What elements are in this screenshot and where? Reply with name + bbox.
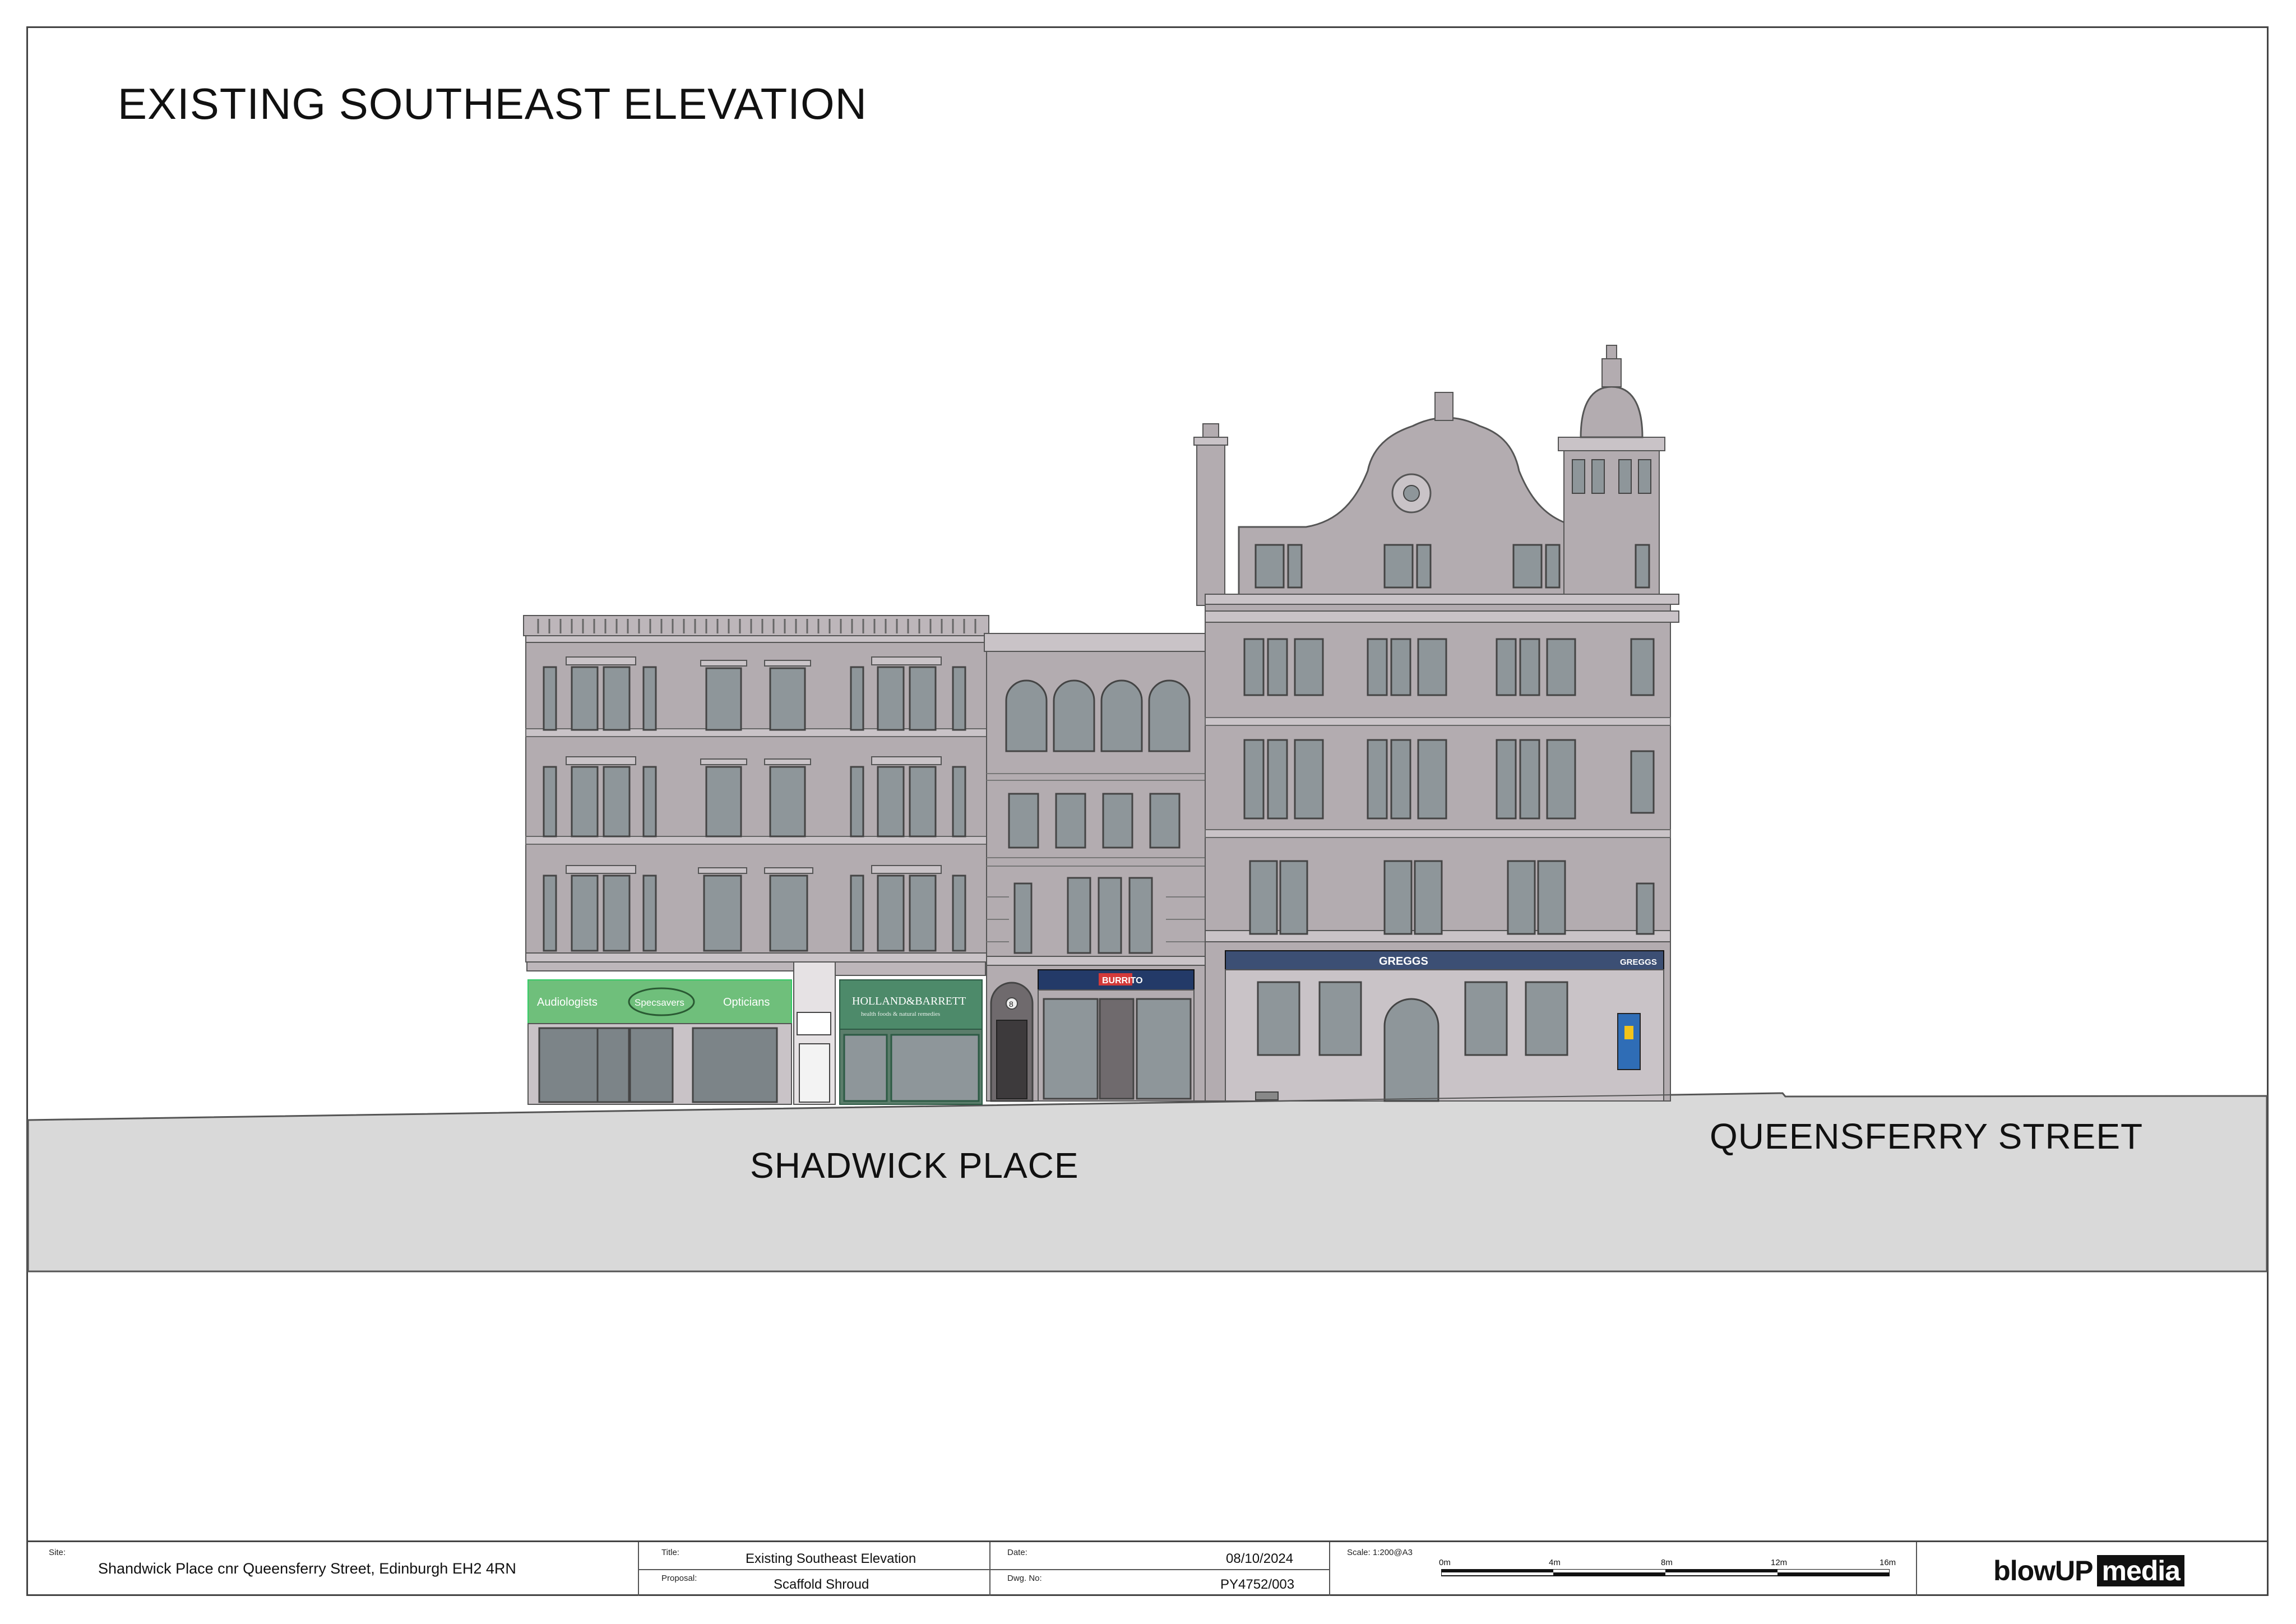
site-caption: Site:: [49, 1548, 66, 1557]
scale-tick-8: 8m: [1661, 1558, 1673, 1567]
building-middle: 8 BURRITO: [984, 633, 1208, 1102]
proposal-value: Scaffold Shroud: [774, 1577, 869, 1592]
dwg-caption: Dwg. No:: [1007, 1574, 1042, 1583]
date-value: 08/10/2024: [1226, 1551, 1294, 1566]
specsavers-right-text: Opticians: [723, 996, 770, 1008]
scale-bar: [1441, 1569, 1890, 1576]
title-value: Existing Southeast Elevation: [746, 1551, 916, 1566]
title-block-date-cell: Date: 08/10/2024 Dwg. No: PY4752/003: [990, 1542, 1330, 1596]
site-value: Shandwick Place cnr Queensferry Street, …: [98, 1560, 516, 1577]
proposal-caption: Proposal:: [661, 1574, 697, 1583]
date-caption: Date:: [1007, 1548, 1027, 1557]
logo-blowup: blowUP: [1993, 1555, 2093, 1586]
logo-media: media: [2097, 1555, 2184, 1586]
scale-caption: Scale: 1:200@A3: [1347, 1548, 1413, 1557]
building-left-tenement: Audiologists Specsavers Opticians HOLLAN…: [523, 615, 989, 1105]
company-logo: blowUP media: [1993, 1554, 2184, 1587]
street-label-shadwick-place: SHADWICK PLACE: [750, 1145, 1079, 1186]
title-block: Site: Shandwick Place cnr Queensferry St…: [26, 1540, 2269, 1596]
specsavers-left-text: Audiologists: [537, 996, 598, 1008]
scale-tick-4: 4m: [1549, 1558, 1561, 1567]
scale-tick-12: 12m: [1771, 1558, 1788, 1567]
greggs-fascia: [1225, 950, 1664, 970]
greggs-text-2: GREGGS: [1620, 957, 1657, 967]
title-block-scale-cell: Scale: 1:200@A3 0m 4m 8m 12m 16m: [1330, 1542, 1917, 1596]
building-corner-greggs: GREGGS GREGGS: [1193, 345, 1679, 1102]
holland-barrett-text: HOLLAND&BARRETT: [852, 995, 966, 1007]
scale-tick-16: 16m: [1880, 1558, 1896, 1567]
street-label-queensferry-street: QUEENSFERRY STREET: [1710, 1116, 2144, 1156]
title-caption: Title:: [661, 1548, 679, 1557]
specsavers-brand-text: Specsavers: [635, 997, 684, 1008]
burrito-text: BURRITO: [1102, 976, 1143, 985]
holland-barrett-subtext: health foods & natural remedies: [861, 1011, 940, 1017]
elevation-drawing: Audiologists Specsavers Opticians HOLLAN…: [27, 345, 2268, 1273]
title-block-title-cell: Title: Existing Southeast Elevation Prop…: [639, 1542, 990, 1596]
greggs-text-1: GREGGS: [1379, 955, 1428, 968]
scale-tick-0: 0m: [1439, 1558, 1451, 1567]
title-block-site-cell: Site: Shandwick Place cnr Queensferry St…: [26, 1542, 639, 1596]
dwg-value: PY4752/003: [1220, 1577, 1295, 1592]
door-number: 8: [1009, 1000, 1013, 1008]
